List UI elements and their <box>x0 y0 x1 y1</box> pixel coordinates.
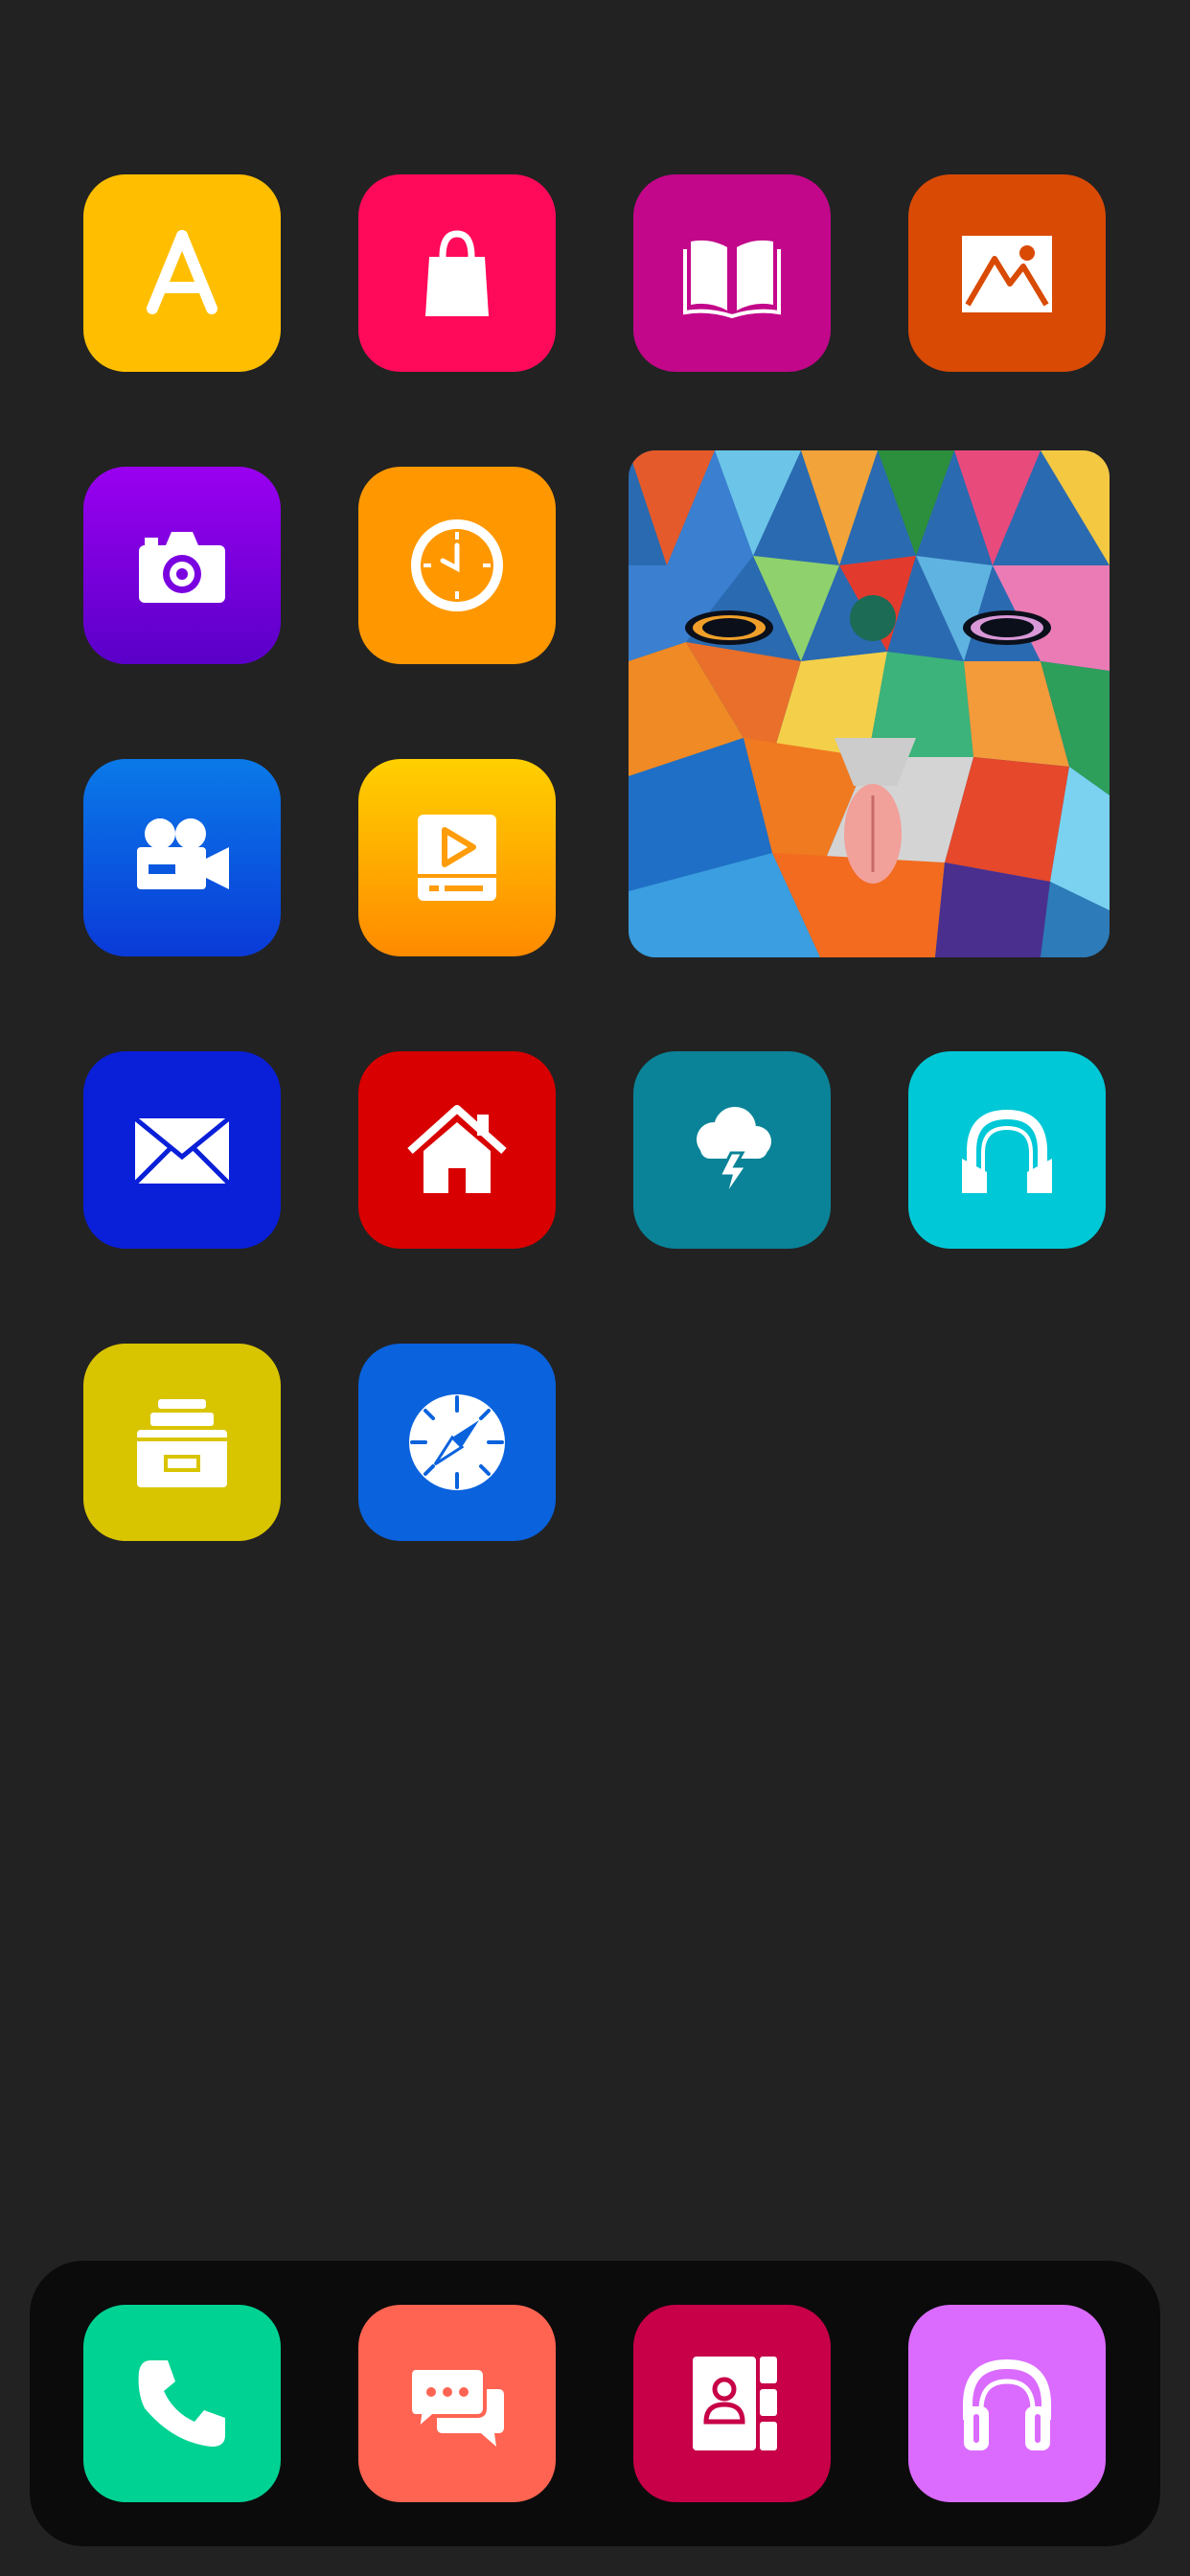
app-store-app[interactable] <box>83 174 281 372</box>
video-camera-icon <box>129 805 235 910</box>
clock-app[interactable] <box>358 467 556 664</box>
headphones-icon <box>954 2351 1060 2456</box>
storm-cloud-icon <box>679 1097 785 1203</box>
home-app[interactable] <box>358 1051 556 1249</box>
phone-icon <box>129 2351 235 2456</box>
messages-app[interactable] <box>358 2305 556 2502</box>
app-store-icon <box>129 220 235 326</box>
house-icon <box>404 1097 510 1203</box>
archive-box-icon <box>129 1390 235 1495</box>
colorful-mural-image <box>629 450 1110 957</box>
mountain-photo-icon <box>954 220 1060 326</box>
files-app[interactable] <box>83 1344 281 1541</box>
clock-icon <box>404 513 510 618</box>
dock <box>30 2261 1160 2546</box>
chat-bubbles-icon <box>404 2351 510 2456</box>
photos-app[interactable] <box>908 174 1106 372</box>
contacts-app[interactable] <box>633 2305 831 2502</box>
podcasts-app[interactable] <box>908 2305 1106 2502</box>
compass-icon <box>404 1390 510 1495</box>
shopping-bag-icon <box>404 220 510 326</box>
camera-app[interactable] <box>83 467 281 664</box>
video-player-icon <box>404 805 510 910</box>
video-player-app[interactable] <box>358 759 556 956</box>
headphones-icon <box>954 1097 1060 1203</box>
books-app[interactable] <box>633 174 831 372</box>
contacts-book-icon <box>679 2351 785 2456</box>
phone-app[interactable] <box>83 2305 281 2502</box>
safari-app[interactable] <box>358 1344 556 1541</box>
shopping-app[interactable] <box>358 174 556 372</box>
envelope-icon <box>129 1097 235 1203</box>
mail-app[interactable] <box>83 1051 281 1249</box>
photo-widget[interactable] <box>629 450 1110 957</box>
weather-app[interactable] <box>633 1051 831 1249</box>
open-book-icon <box>679 220 785 326</box>
home-screen <box>0 0 1190 2576</box>
music-app[interactable] <box>908 1051 1106 1249</box>
video-camera-app[interactable] <box>83 759 281 956</box>
camera-icon <box>129 513 235 618</box>
